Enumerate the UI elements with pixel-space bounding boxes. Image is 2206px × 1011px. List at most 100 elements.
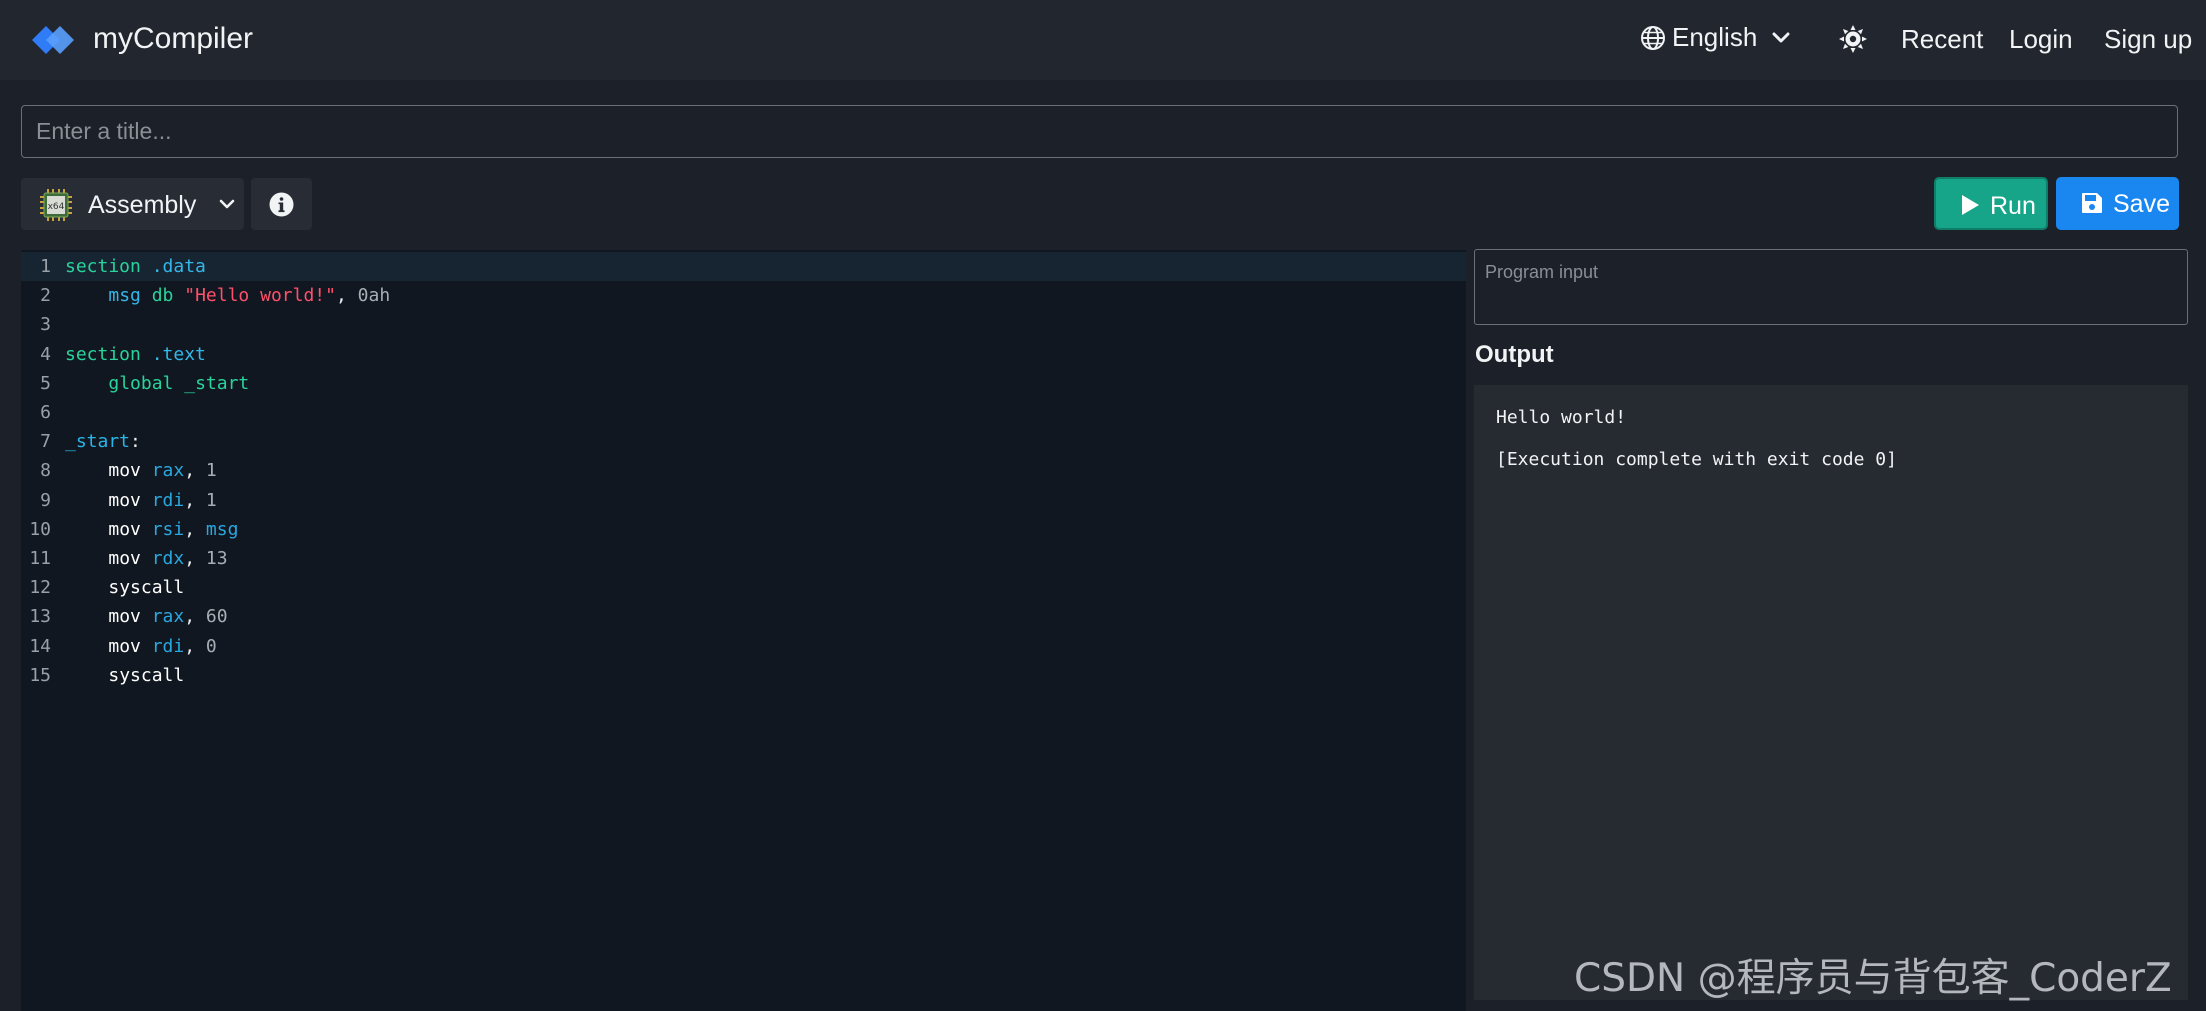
code-line[interactable]: 8 mov rax, 1 xyxy=(21,456,1466,485)
language-select[interactable]: x64 Assembly xyxy=(21,178,244,230)
code-line[interactable]: 9 mov rdi, 1 xyxy=(21,486,1466,515)
code-token: mov xyxy=(108,606,141,628)
code-line[interactable]: 3 xyxy=(21,310,1466,339)
code-token: , xyxy=(335,285,358,307)
code-line[interactable]: 2 msg db "Hello world!", 0ah xyxy=(21,281,1466,310)
code-line[interactable]: 7 _start: xyxy=(21,427,1466,456)
line-number: 9 xyxy=(40,489,51,511)
save-button-label: Save xyxy=(2113,190,2170,218)
brand-name[interactable]: myCompiler xyxy=(93,22,253,56)
code-line[interactable]: 6 xyxy=(21,398,1466,427)
globe-icon xyxy=(1641,25,1665,50)
code-token: , xyxy=(184,635,206,657)
language-label: English xyxy=(1672,22,1758,52)
code-text: mov rax, 60 xyxy=(65,602,228,631)
code-line[interactable]: 15 syscall xyxy=(21,661,1466,690)
floppy-disk-icon xyxy=(2082,193,2102,213)
code-token: , xyxy=(184,460,206,482)
chevron-down-icon xyxy=(1772,32,1790,42)
code-token: mov xyxy=(108,460,141,482)
code-token: 13 xyxy=(205,548,228,569)
language-dropdown[interactable]: English xyxy=(1640,22,1791,53)
code-token: .text xyxy=(151,343,206,365)
line-number: 12 xyxy=(29,577,51,599)
play-icon xyxy=(1962,195,1979,215)
code-text: mov rsi, msg xyxy=(65,515,238,544)
code-text: _start: xyxy=(65,427,141,456)
line-number: 13 xyxy=(29,606,51,628)
code-line[interactable]: 4 section .text xyxy=(21,340,1466,369)
nav-recent-link[interactable]: Recent xyxy=(1901,24,1983,55)
line-number: 6 xyxy=(40,402,51,423)
code-text: mov rdx, 13 xyxy=(65,544,228,573)
code-token: global xyxy=(108,372,174,394)
code-text: section .data xyxy=(65,252,206,281)
code-token: rdx xyxy=(151,548,185,569)
line-number: 2 xyxy=(40,285,51,307)
code-token: 60 xyxy=(205,606,228,628)
run-button[interactable]: Run xyxy=(1934,177,2048,230)
watermark: CSDN @程序员与背包客_CoderZ xyxy=(1574,956,2172,1001)
title-input[interactable] xyxy=(21,105,2178,158)
code-token: _start xyxy=(184,372,250,394)
line-number: 3 xyxy=(40,314,51,336)
info-icon xyxy=(269,192,294,217)
code-token: , xyxy=(184,518,206,540)
code-token: rdi xyxy=(151,635,185,657)
code-line[interactable]: 11 mov rdx, 13 xyxy=(21,544,1466,573)
code-line[interactable]: 10 mov rsi, msg xyxy=(21,515,1466,544)
code-token: .data xyxy=(151,256,206,277)
nav-login-link[interactable]: Login xyxy=(2009,24,2073,55)
code-token: rax xyxy=(151,460,185,482)
code-token: , xyxy=(184,606,206,628)
code-token: db xyxy=(151,285,174,307)
info-button[interactable] xyxy=(251,178,312,230)
output-text: Hello world! [Execution complete with ex… xyxy=(1496,407,1897,470)
logo-icon[interactable] xyxy=(30,21,76,59)
navbar: myCompiler English Recent Login Sign up xyxy=(0,0,2206,80)
code-text: section .text xyxy=(65,340,206,369)
code-line[interactable]: 12 syscall xyxy=(21,573,1466,602)
code-token: rsi xyxy=(151,518,185,540)
code-line[interactable]: 1 section .data xyxy=(21,252,1466,281)
code-line[interactable]: 14 mov rdi, 0 xyxy=(21,632,1466,661)
nav-signup-link[interactable]: Sign up xyxy=(2104,24,2192,55)
code-token: section xyxy=(65,256,141,277)
code-line[interactable]: 13 mov rax, 60 xyxy=(21,602,1466,631)
run-button-label: Run xyxy=(1990,192,2036,220)
line-number: 10 xyxy=(29,518,51,540)
theme-toggle-sun-icon[interactable] xyxy=(1839,25,1867,53)
code-editor[interactable]: 1 section .data 2 msg db "Hello world!", 0… xyxy=(21,250,1466,1011)
code-token: mov xyxy=(108,489,141,511)
code-token: rax xyxy=(151,606,185,628)
code-token: mov xyxy=(108,518,141,540)
program-input[interactable] xyxy=(1474,249,2188,325)
line-number: 7 xyxy=(40,431,51,453)
svg-text:x64: x64 xyxy=(48,202,65,212)
save-button[interactable]: Save xyxy=(2056,177,2179,230)
output-heading: Output xyxy=(1475,341,1554,368)
line-number: 15 xyxy=(29,664,51,686)
code-line[interactable]: 5 global _start xyxy=(21,369,1466,398)
code-token: syscall xyxy=(108,577,185,599)
code-text: mov rax, 1 xyxy=(65,456,217,485)
code-token: 1 xyxy=(205,460,217,482)
code-token: 0ah xyxy=(357,285,391,307)
line-number: 8 xyxy=(40,460,51,482)
code-token: mov xyxy=(108,635,141,657)
